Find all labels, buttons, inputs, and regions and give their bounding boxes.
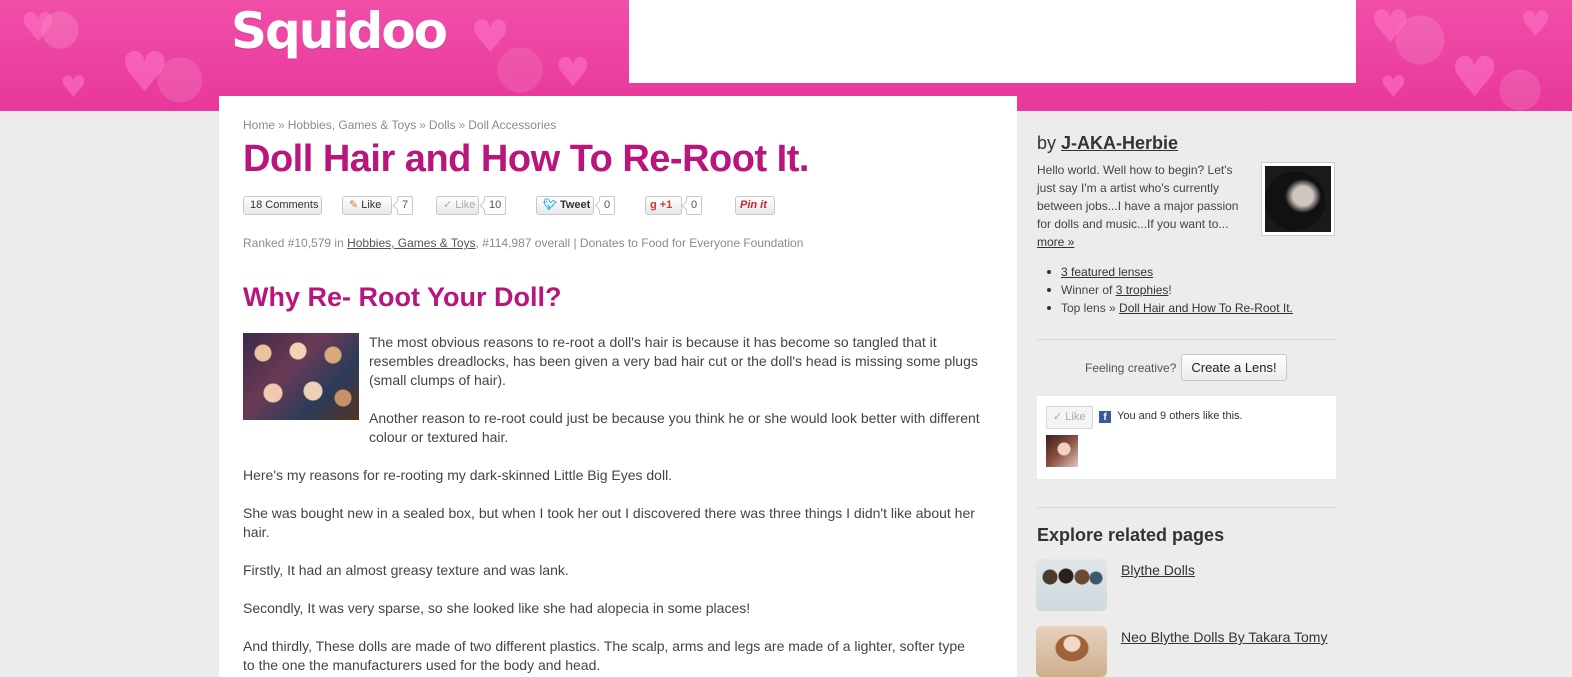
create-lens-button[interactable]: Create a Lens! bbox=[1181, 354, 1287, 381]
list-item: Winner of 3 trophies! bbox=[1047, 281, 1293, 299]
body-paragraph: Firstly, It had an almost greasy texture… bbox=[243, 562, 569, 578]
body-paragraph: She was bought new in a sealed box, but … bbox=[243, 505, 975, 540]
author-bio: Hello world. Well how to begin? Let's ju… bbox=[1037, 163, 1239, 249]
list-item: 3 featured lenses bbox=[1047, 263, 1293, 281]
featured-lenses-link[interactable]: 3 featured lenses bbox=[1061, 265, 1153, 279]
related-link-blythe-dolls[interactable]: Blythe Dolls bbox=[1121, 562, 1195, 578]
body-paragraph: Here's my reasons for re-rooting my dark… bbox=[243, 467, 673, 483]
check-icon: ✓ bbox=[443, 199, 453, 211]
fb-like-button[interactable]: ✓ Like bbox=[1046, 406, 1093, 429]
breadcrumb-doll-accessories[interactable]: Doll Accessories bbox=[468, 118, 556, 132]
comments-button[interactable]: 18 Comments bbox=[243, 196, 322, 215]
trophies-link[interactable]: 3 trophies bbox=[1116, 283, 1169, 297]
author-stats: 3 featured lenses Winner of 3 trophies! … bbox=[1047, 263, 1293, 317]
squidoo-logo[interactable]: Squidoo bbox=[231, 2, 448, 60]
friend-avatar[interactable] bbox=[1046, 435, 1078, 467]
tweet-count: 0 bbox=[599, 196, 616, 215]
breadcrumb-home[interactable]: Home bbox=[243, 118, 275, 132]
fb-like-text: You and 9 others like this. bbox=[1117, 410, 1243, 422]
fb-like-button[interactable]: ✓ Like bbox=[436, 196, 479, 215]
breadcrumb-hobbies[interactable]: Hobbies, Games & Toys bbox=[288, 118, 417, 132]
tweet-button[interactable]: 🐦︎ Tweet bbox=[536, 196, 594, 215]
divider bbox=[1037, 507, 1336, 508]
site-header: ♥ ♥ ♥ ♥ ♥ ♥ ♥ ♥ ♥ Squidoo bbox=[0, 0, 1572, 111]
check-icon: ✓ bbox=[1053, 411, 1063, 423]
related-thumbnail[interactable] bbox=[1036, 559, 1107, 611]
plusone-count: 0 bbox=[686, 196, 703, 215]
rank-info: Ranked #10,579 in Hobbies, Games & Toys,… bbox=[243, 236, 804, 250]
facebook-icon: f bbox=[1099, 411, 1111, 423]
related-thumbnail[interactable] bbox=[1036, 626, 1107, 677]
share-bar: 18 Comments ✎ Like 7 ✓ Like 10 🐦︎ Tweet 0 g… bbox=[243, 196, 803, 216]
feeling-creative-label: Feeling creative? bbox=[1085, 361, 1177, 375]
reason-paragraph: Another reason to re-root could just be … bbox=[369, 410, 980, 445]
author-avatar[interactable] bbox=[1261, 162, 1335, 236]
explore-related-title: Explore related pages bbox=[1037, 525, 1225, 545]
divider bbox=[1037, 339, 1336, 340]
pinit-button[interactable]: Pin it bbox=[735, 196, 775, 215]
author-byline: by J-AKA-Herbie bbox=[1037, 133, 1179, 153]
avatar-image bbox=[1265, 166, 1331, 232]
main-content: Home» Hobbies, Games & Toys» Dolls» Doll Ac… bbox=[219, 96, 1017, 677]
author-link[interactable]: J-AKA-Herbie bbox=[1061, 133, 1178, 153]
facebook-like-box: ✓ Like f You and 9 others like this. bbox=[1037, 396, 1336, 479]
ad-banner bbox=[629, 0, 1356, 83]
top-lens-link[interactable]: Doll Hair and How To Re-Root It. bbox=[1119, 301, 1293, 315]
body-paragraph: And thirdly, These dolls are made of two… bbox=[243, 638, 965, 673]
breadcrumb: Home» Hobbies, Games & Toys» Dolls» Doll Ac… bbox=[243, 118, 557, 132]
intro-paragraph: The most obvious reasons to re-root a do… bbox=[369, 334, 978, 388]
twitter-bird-icon: 🐦︎ bbox=[543, 199, 557, 211]
fb-like-count: 10 bbox=[484, 196, 507, 215]
section-title: Why Re- Root Your Doll? bbox=[243, 282, 562, 312]
google-plus-icon: g bbox=[650, 199, 657, 211]
breadcrumb-dolls[interactable]: Dolls bbox=[429, 118, 456, 132]
dolls-collection-image[interactable] bbox=[243, 333, 359, 420]
body-paragraph: Secondly, It was very sparse, so she loo… bbox=[243, 600, 751, 616]
stumbleupon-icon: ✎ bbox=[349, 199, 359, 211]
stumble-like-button[interactable]: ✎ Like bbox=[342, 196, 392, 215]
stumble-like-count: 7 bbox=[397, 196, 414, 215]
page-title: Doll Hair and How To Re-Root It. bbox=[243, 138, 809, 180]
list-item: Top lens » Doll Hair and How To Re-Root … bbox=[1047, 299, 1293, 317]
rank-category-link[interactable]: Hobbies, Games & Toys bbox=[347, 236, 476, 250]
bio-more-link[interactable]: more » bbox=[1037, 235, 1074, 249]
google-plusone-button[interactable]: g +1 bbox=[645, 196, 682, 215]
related-link-neo-blythe[interactable]: Neo Blythe Dolls By Takara Tomy bbox=[1121, 629, 1327, 645]
